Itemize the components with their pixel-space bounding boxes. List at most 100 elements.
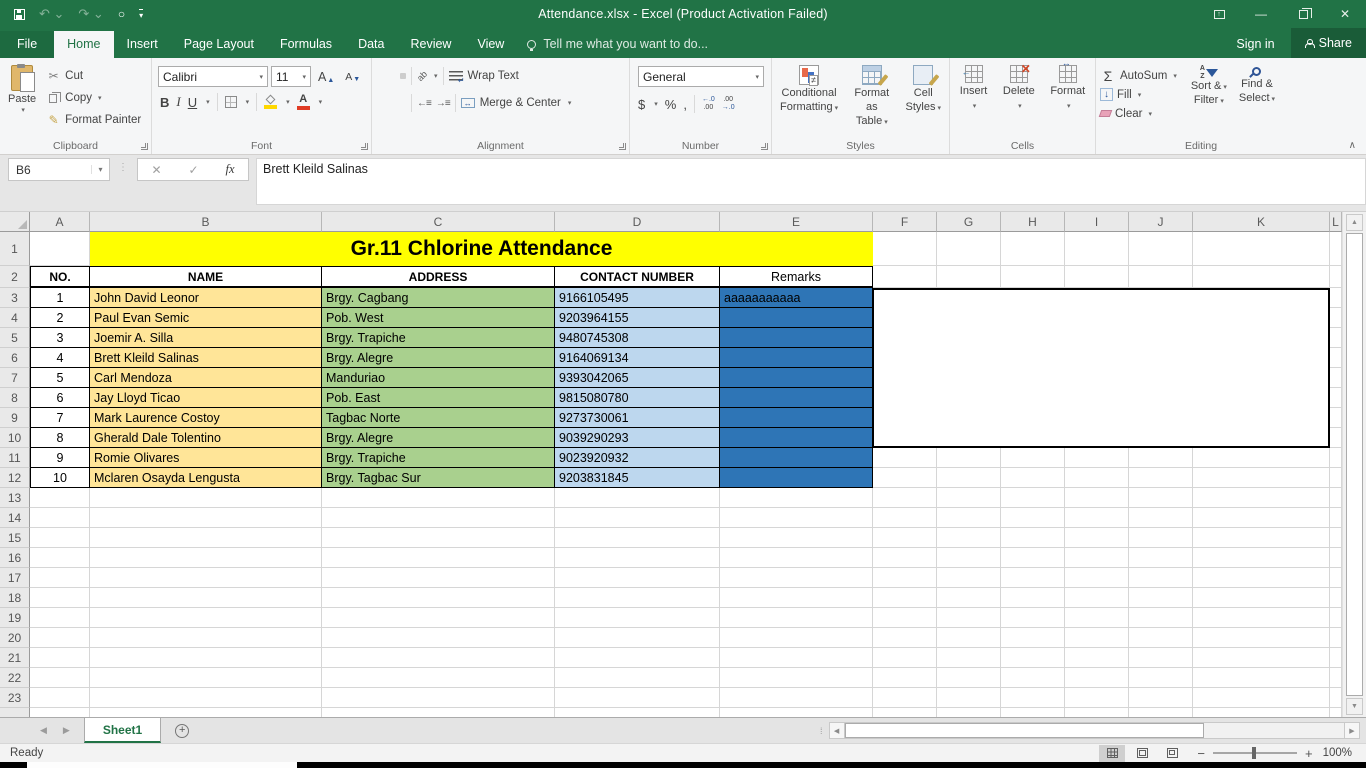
cell-F21[interactable] (873, 648, 937, 668)
cell-B4[interactable]: Paul Evan Semic (90, 308, 322, 328)
wrap-text-button[interactable]: Wrap Text (468, 70, 519, 82)
cell-C14[interactable] (322, 508, 555, 528)
cell-H13[interactable] (1001, 488, 1065, 508)
row-header-8[interactable]: 8 (0, 388, 30, 408)
row-header-9[interactable]: 9 (0, 408, 30, 428)
cell-F14[interactable] (873, 508, 937, 528)
align-right-icon[interactable] (400, 100, 406, 106)
cell-E5[interactable] (720, 328, 873, 348)
alignment-dialog-launcher-icon[interactable] (619, 143, 626, 150)
cell-C22[interactable] (322, 668, 555, 688)
cell-C16[interactable] (322, 548, 555, 568)
cell-L23[interactable] (1330, 688, 1342, 708)
cell-G24[interactable] (937, 708, 1001, 717)
scroll-up-icon[interactable]: ▲ (1346, 214, 1363, 231)
format-painter-button[interactable]: ✎ Format Painter (42, 109, 145, 131)
cell-K19[interactable] (1193, 608, 1330, 628)
row-header-10[interactable]: 10 (0, 428, 30, 448)
font-dialog-launcher-icon[interactable] (361, 143, 368, 150)
cell-F18[interactable] (873, 588, 937, 608)
scroll-left-icon[interactable]: ◀ (829, 722, 845, 739)
cell-A15[interactable] (30, 528, 90, 548)
cell-J1[interactable] (1129, 232, 1193, 266)
cell-K20[interactable] (1193, 628, 1330, 648)
tab-page-layout[interactable]: Page Layout (171, 31, 267, 58)
cell-C23[interactable] (322, 688, 555, 708)
autosum-button[interactable]: Σ AutoSum▾ (1098, 66, 1179, 85)
cell-E20[interactable] (720, 628, 873, 648)
cell-D16[interactable] (555, 548, 720, 568)
cell-G23[interactable] (937, 688, 1001, 708)
row-header-24[interactable] (0, 708, 30, 717)
vertical-scroll-thumb[interactable] (1346, 233, 1363, 696)
find-select-button[interactable]: Find &Select▾ (1233, 61, 1281, 108)
close-button[interactable]: ✕ (1324, 0, 1366, 28)
cell-L10[interactable] (1330, 428, 1342, 448)
row-header-11[interactable]: 11 (0, 448, 30, 468)
cell-L2[interactable] (1330, 266, 1342, 288)
cell-B21[interactable] (90, 648, 322, 668)
cell-J18[interactable] (1129, 588, 1193, 608)
cell-G13[interactable] (937, 488, 1001, 508)
row-header-2[interactable]: 2 (0, 266, 30, 288)
cell-B13[interactable] (90, 488, 322, 508)
cell-D17[interactable] (555, 568, 720, 588)
cell-J12[interactable] (1129, 468, 1193, 488)
cell-K16[interactable] (1193, 548, 1330, 568)
zoom-out-button[interactable]: − (1197, 746, 1205, 761)
cell-E17[interactable] (720, 568, 873, 588)
cell-J20[interactable] (1129, 628, 1193, 648)
cell-B16[interactable] (90, 548, 322, 568)
cell-J15[interactable] (1129, 528, 1193, 548)
row-header-16[interactable]: 16 (0, 548, 30, 568)
cell-A10[interactable]: 8 (30, 428, 90, 448)
cell-K15[interactable] (1193, 528, 1330, 548)
cell-K12[interactable] (1193, 468, 1330, 488)
cell-A4[interactable]: 2 (30, 308, 90, 328)
cell-G20[interactable] (937, 628, 1001, 648)
cell-D22[interactable] (555, 668, 720, 688)
cell-D8[interactable]: 9815080780 (555, 388, 720, 408)
cell-C4[interactable]: Pob. West (322, 308, 555, 328)
cell-L8[interactable] (1330, 388, 1342, 408)
cell-G18[interactable] (937, 588, 1001, 608)
cell-C24[interactable] (322, 708, 555, 717)
cell-B22[interactable] (90, 668, 322, 688)
header-cell-D2[interactable]: CONTACT NUMBER (555, 266, 720, 288)
cell-E21[interactable] (720, 648, 873, 668)
cell-J11[interactable] (1129, 448, 1193, 468)
normal-view-button[interactable] (1099, 745, 1125, 762)
cell-D20[interactable] (555, 628, 720, 648)
cell-I15[interactable] (1065, 528, 1129, 548)
underline-button[interactable]: U (188, 95, 197, 110)
sheet-next-icon[interactable]: ▶ (63, 725, 70, 736)
cell-L19[interactable] (1330, 608, 1342, 628)
cell-E6[interactable] (720, 348, 873, 368)
formula-bar-handle[interactable]: ⋮ (110, 158, 137, 173)
page-layout-view-button[interactable] (1129, 745, 1155, 762)
cell-G11[interactable] (937, 448, 1001, 468)
format-cells-button[interactable]: ↔ Format▾ (1044, 61, 1091, 115)
cell-J17[interactable] (1129, 568, 1193, 588)
paste-button[interactable]: Paste ▾ (2, 61, 42, 118)
cell-A7[interactable]: 5 (30, 368, 90, 388)
grow-font-button[interactable]: A▲ (314, 68, 338, 86)
header-cell-A2[interactable]: NO. (30, 266, 90, 288)
cell-E22[interactable] (720, 668, 873, 688)
row-header-18[interactable]: 18 (0, 588, 30, 608)
cell-L12[interactable] (1330, 468, 1342, 488)
cell-C10[interactable]: Brgy. Alegre (322, 428, 555, 448)
font-size-select[interactable]: 11▾ (271, 66, 311, 87)
col-header-B[interactable]: B (90, 212, 322, 232)
row-header-1[interactable]: 1 (0, 232, 30, 266)
cell-A5[interactable]: 3 (30, 328, 90, 348)
horizontal-scroll-thumb[interactable] (845, 723, 1205, 738)
cell-F22[interactable] (873, 668, 937, 688)
cell-A12[interactable]: 10 (30, 468, 90, 488)
cell-G19[interactable] (937, 608, 1001, 628)
cell-B9[interactable]: Mark Laurence Costoy (90, 408, 322, 428)
cell-J19[interactable] (1129, 608, 1193, 628)
cell-L18[interactable] (1330, 588, 1342, 608)
select-all-corner[interactable] (0, 212, 30, 232)
vertical-scrollbar[interactable]: ▲ ▼ (1342, 212, 1366, 717)
